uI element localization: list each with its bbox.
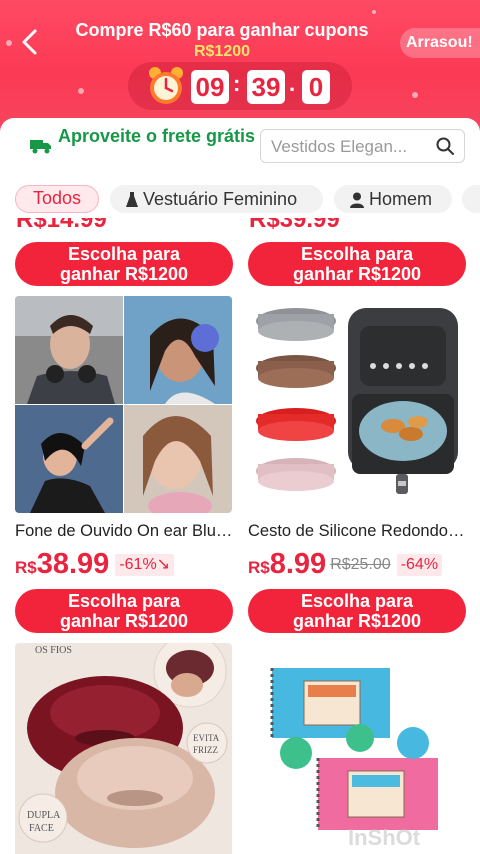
headphones-photo — [15, 296, 232, 513]
dress-icon — [126, 192, 138, 208]
timer-separator: : — [233, 71, 241, 96]
promo-title: Compre R$60 para ganhar cupons — [75, 20, 369, 40]
image-label: EVITA — [193, 733, 220, 743]
satin-bonnet-photo: OS FIOS EVITA FRIZZ DUPLA FACE — [15, 643, 232, 854]
choose-to-win-button[interactable]: Escolha para ganhar R$1200 — [15, 589, 233, 633]
timer-tenths: 0 — [302, 70, 330, 104]
person-icon — [350, 192, 364, 209]
image-label: FACE — [29, 823, 54, 834]
tab-homem[interactable]: Homem — [334, 185, 452, 213]
notebook-photo: InShOt — [248, 643, 465, 854]
choose-to-win-button[interactable]: Escolha para ganhar R$1200 — [15, 242, 233, 286]
timer-hours: 09 — [191, 70, 229, 104]
arrasou-button[interactable]: Arrasou! — [400, 28, 480, 58]
alarm-clock-icon — [149, 67, 183, 104]
price-partial: R$39.99 — [249, 218, 369, 230]
discount-badge: -64% — [396, 554, 443, 576]
sparkle-decoration — [412, 92, 418, 98]
image-label: OS FIOS — [35, 645, 72, 656]
category-tabs: Todos Vestuário Feminino Homem — [0, 182, 480, 216]
discount-badge: -61%↘ — [115, 554, 175, 576]
product-name[interactable]: Fone de Ouvido On ear Bluetooth — [15, 522, 233, 541]
product-image-silicone-basket[interactable] — [248, 296, 465, 513]
product-name[interactable]: Cesto de Silicone Redondo Air Fryer — [248, 522, 466, 541]
truck-icon — [30, 140, 51, 154]
timer-separator: . — [289, 71, 296, 96]
search-icon[interactable] — [435, 136, 455, 156]
tab-label: Homem — [369, 189, 433, 209]
image-label: FRIZZ — [193, 745, 218, 755]
price-row: R$38.99 -61%↘ — [15, 548, 175, 580]
sparkle-decoration — [372, 10, 376, 14]
product-image-notebook[interactable]: InShOt — [248, 643, 465, 854]
product-image-headphones[interactable] — [15, 296, 232, 513]
product-grid: R$14.99 R$39.99 Escolha paraganhar R$120… — [0, 218, 480, 854]
choose-to-win-button[interactable]: Escolha para ganhar R$1200 — [248, 242, 466, 286]
search-input[interactable]: Vestidos Elegan... — [260, 129, 465, 163]
countdown-timer: 09 : 39 . 0 — [128, 62, 352, 110]
tab-label: Vestuário Feminino — [143, 189, 298, 209]
image-label: DUPLA — [27, 810, 61, 821]
currency-symbol: R$ — [248, 558, 270, 577]
product-image-satin-bonnet[interactable]: OS FIOS EVITA FRIZZ DUPLA FACE — [15, 643, 232, 854]
tab-more[interactable] — [462, 185, 480, 213]
sparkle-decoration — [78, 88, 84, 94]
silicone-basket-photo — [248, 296, 465, 513]
price-row: R$8.99 R$25.00 -64% — [248, 548, 480, 578]
currency-symbol: R$ — [15, 558, 37, 577]
tab-vestuario-feminino[interactable]: Vestuário Feminino — [110, 185, 323, 213]
watermark-text: InShOt — [348, 825, 421, 850]
price-value: 8.99 — [269, 548, 327, 578]
original-price: R$25.00 — [330, 556, 391, 573]
price-value: 38.99 — [36, 548, 110, 580]
choose-to-win-button[interactable]: Escolha para ganhar R$1200 — [248, 589, 466, 633]
tab-todos[interactable]: Todos — [15, 185, 99, 213]
free-shipping-text: Aproveite o frete grátis — [58, 126, 256, 146]
timer-minutes: 39 — [247, 70, 285, 104]
price-partial: R$14.99 — [16, 218, 136, 230]
search-placeholder: Vestidos Elegan... — [271, 137, 408, 156]
shipping-search-bar: Aproveite o frete grátis Vestidos Elegan… — [0, 118, 480, 170]
tab-label: Todos — [32, 188, 82, 208]
promo-amount: R$1200 — [193, 43, 251, 60]
promo-header: Compre R$60 para ganhar cupons R$1200 Ar… — [0, 0, 480, 135]
